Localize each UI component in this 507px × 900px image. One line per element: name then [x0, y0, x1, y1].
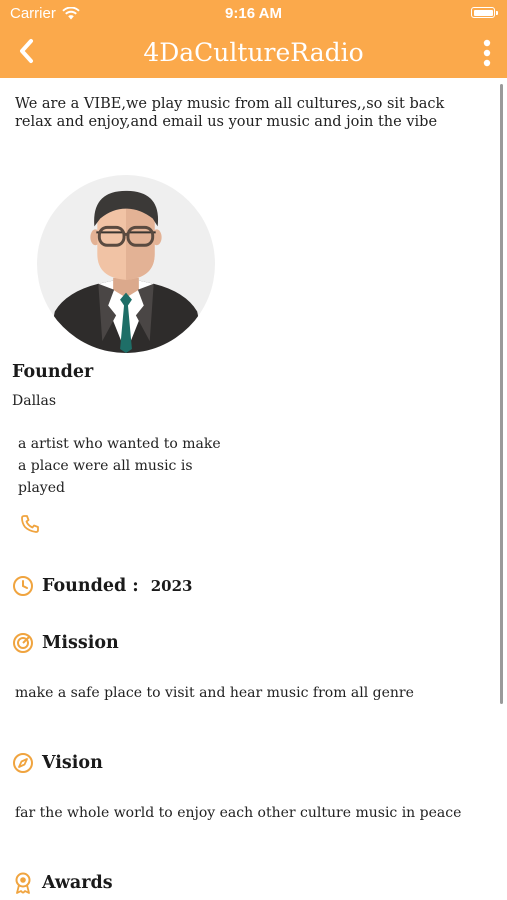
scrollbar[interactable]: [500, 84, 503, 704]
navigation-bar: 4DaCultureRadio: [0, 28, 507, 78]
award-icon: [15, 872, 31, 894]
mission-label: Mission: [42, 633, 119, 653]
compass-icon: [13, 753, 33, 773]
member-bio: a artist who wanted to make a place were…: [18, 436, 221, 496]
more-icon[interactable]: [481, 38, 493, 68]
target-icon: [13, 633, 33, 653]
phone-icon[interactable]: [20, 514, 40, 534]
avatar: [37, 175, 215, 353]
awards-section: Awards: [12, 872, 113, 894]
status-bar: Carrier 9:16 AM: [0, 0, 507, 28]
vision-text: far the whole world to enjoy each other …: [15, 805, 462, 821]
founded-section: Founded : 2023: [12, 575, 193, 597]
awards-label: Awards: [42, 873, 113, 893]
content-area[interactable]: We are a VIBE,we play music from all cul…: [0, 78, 507, 900]
clock-icon: [13, 576, 33, 596]
founded-label: Founded :: [42, 576, 139, 596]
mission-text: make a safe place to visit and hear musi…: [15, 685, 414, 701]
founded-year: 2023: [150, 577, 193, 595]
page-title: 4DaCultureRadio: [143, 38, 364, 67]
battery-icon: [471, 7, 498, 18]
mission-section: Mission: [12, 632, 119, 654]
vision-section: Vision: [12, 752, 103, 774]
member-location: Dallas: [12, 393, 57, 409]
member-name: Founder: [12, 362, 94, 382]
about-text: We are a VIBE,we play music from all cul…: [15, 96, 445, 130]
vision-label: Vision: [42, 753, 103, 773]
status-time: 9:16 AM: [225, 5, 282, 22]
